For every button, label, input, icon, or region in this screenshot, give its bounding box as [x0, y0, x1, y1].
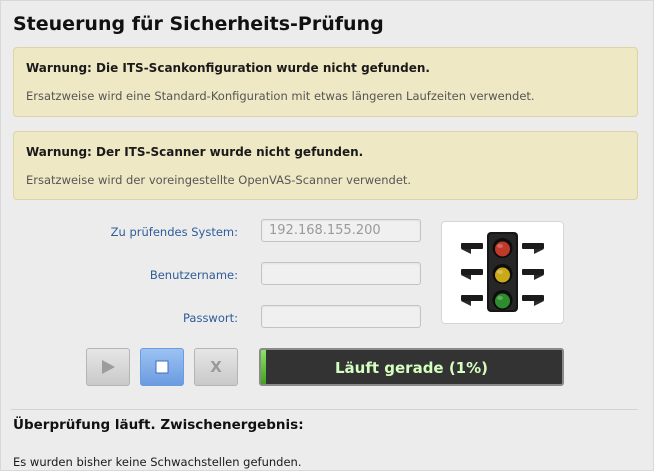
yellow-lamp [495, 267, 510, 283]
warning-scanner: Warnung: Der ITS-Scanner wurde nicht gef… [13, 131, 638, 200]
warning-title: Warnung: Der ITS-Scanner wurde nicht gef… [26, 145, 364, 159]
username-label: Benutzername: [149, 268, 238, 282]
divider [11, 409, 638, 410]
warning-text: Ersatzweise wird der voreingestellte Ope… [26, 173, 412, 187]
stop-button[interactable] [140, 348, 184, 386]
system-label: Zu prüfendes System: [110, 225, 238, 239]
warning-scan-config: Warnung: Die ITS-Scankonfiguration wurde… [13, 47, 638, 117]
start-button[interactable] [86, 348, 130, 386]
cancel-button[interactable]: X [194, 348, 238, 386]
stop-icon [155, 360, 169, 374]
progress-bar: Läuft gerade (1%) [259, 348, 564, 386]
progress-label: Läuft gerade (1%) [334, 359, 489, 377]
cancel-label: X [210, 358, 222, 376]
password-label: Passwort: [182, 311, 238, 325]
result-text: Es wurden bisher keine Schwachstellen ge… [13, 455, 302, 469]
warning-title: Warnung: Die ITS-Scankonfiguration wurde… [26, 61, 430, 75]
green-lamp [495, 293, 510, 309]
result-title: Überprüfung läuft. Zwischenergebnis: [13, 417, 304, 433]
warning-text: Ersatzweise wird eine Standard-Konfigura… [26, 89, 535, 103]
password-field[interactable] [261, 305, 421, 328]
play-icon [102, 360, 115, 374]
username-field[interactable] [261, 262, 421, 285]
page-title: Steuerung für Sicherheits-Prüfung [13, 13, 384, 35]
system-input[interactable] [261, 219, 421, 242]
status-traffic-light [441, 221, 564, 324]
red-lamp [495, 241, 510, 257]
security-check-panel: Steuerung für Sicherheits-Prüfung Warnun… [0, 0, 654, 471]
traffic-light-icon [461, 232, 544, 312]
